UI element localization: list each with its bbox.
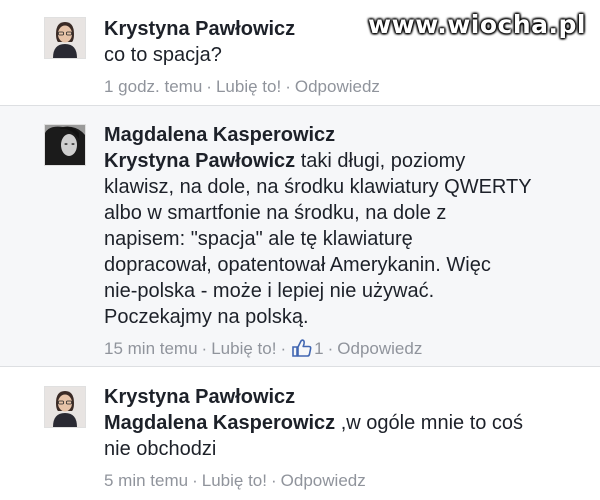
text-line: albo w smartfonie na środku, na dole z (104, 202, 447, 224)
comment-timestamp[interactable]: 15 min temu (104, 339, 198, 358)
comment-2: Magdalena Kasperowicz Krystyna Pawłowicz… (0, 106, 600, 366)
reply-link[interactable]: Odpowiedz (281, 471, 366, 490)
comment-text: co to spacja? (104, 44, 222, 66)
comment-meta: 5 min temu · Lubię to! · Odpowiedz (104, 471, 366, 490)
comment-meta: 1 godz. temu · Lubię to! · Odpowiedz (104, 77, 380, 96)
comment-author[interactable]: Magdalena Kasperowicz (104, 122, 590, 148)
avatar[interactable] (44, 386, 86, 428)
comment-author[interactable]: Krystyna Pawłowicz (104, 384, 590, 410)
avatar[interactable] (44, 124, 86, 166)
mention-link[interactable]: Magdalena Kasperowicz (104, 412, 335, 434)
text-line: nie obchodzi (104, 438, 217, 460)
thumbs-up-icon[interactable] (292, 339, 312, 357)
comment-text: Magdalena Kasperowicz ,w ogóle mnie to c… (104, 410, 590, 462)
like-count[interactable]: 1 (314, 339, 323, 358)
text-line: dopracował, opatentował Amerykanin. Więc (104, 254, 491, 276)
text-line: taki długi, poziomy (295, 150, 466, 172)
text-line: Poczekajmy na polską. (104, 306, 309, 328)
avatar[interactable] (44, 17, 86, 59)
like-link[interactable]: Lubię to! (202, 471, 267, 490)
comment-timestamp[interactable]: 1 godz. temu (104, 77, 202, 96)
comment-meta: 15 min temu · Lubię to! · 1 · Odpowiedz (104, 339, 423, 358)
text-line: ,w ogóle mnie to coś (335, 412, 524, 434)
text-line: nie-polska - może i lepiej nie używać. (104, 280, 435, 302)
like-link[interactable]: Lubię to! (216, 77, 281, 96)
mention-link[interactable]: Krystyna Pawłowicz (104, 150, 295, 172)
text-line: klawisz, na dole, na środku klawiatury Q… (104, 176, 532, 198)
text-line: napisem: "spacja" ale tę klawiaturę (104, 228, 413, 250)
reply-link[interactable]: Odpowiedz (337, 339, 422, 358)
comment-text: Krystyna Pawłowicz taki długi, poziomy k… (104, 148, 590, 330)
comment-3: Krystyna Pawłowicz Magdalena Kasperowicz… (0, 366, 600, 500)
comment-timestamp[interactable]: 5 min temu (104, 471, 188, 490)
reply-link[interactable]: Odpowiedz (295, 77, 380, 96)
watermark: www.wiocha.pl (368, 10, 586, 39)
like-link[interactable]: Lubię to! (211, 339, 276, 358)
